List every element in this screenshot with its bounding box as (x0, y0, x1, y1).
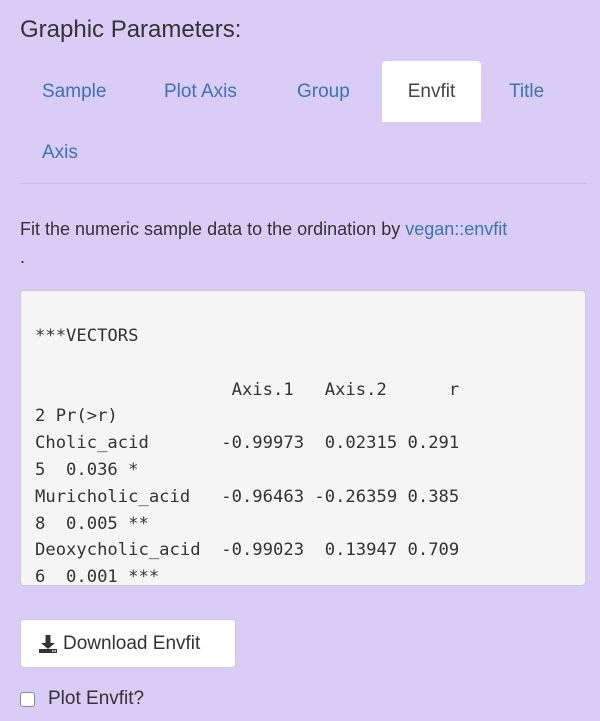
envfit-output-text: ***VECTORS Axis.1 Axis.2 r 2 Pr(>r) Chol… (35, 326, 460, 586)
envfit-output[interactable]: ***VECTORS Axis.1 Axis.2 r 2 Pr(>r) Chol… (20, 290, 586, 586)
description-trailing: . (20, 247, 26, 267)
tab-axis[interactable]: Axis (20, 122, 100, 183)
vegan-envfit-link[interactable]: vegan::envfit (405, 219, 507, 239)
tab-plot-axis[interactable]: Plot Axis (142, 61, 259, 122)
tab-group[interactable]: Group (275, 61, 372, 122)
plot-envfit-checkbox[interactable] (20, 691, 35, 707)
tab-title[interactable]: Title (487, 61, 566, 122)
download-icon (37, 633, 59, 655)
description-text: Fit the numeric sample data to the ordin… (20, 219, 406, 239)
download-envfit-button[interactable]: Download Envfit (20, 619, 236, 668)
graphic-parameters-panel: Graphic Parameters: Sample Plot Axis Gro… (0, 0, 600, 721)
tab-envfit[interactable]: Envfit (382, 61, 481, 122)
plot-envfit-label[interactable]: Plot Envfit? (48, 688, 144, 710)
tab-bar: Sample Plot Axis Group Envfit Title Axis (20, 61, 586, 184)
panel-heading: Graphic Parameters: (20, 16, 242, 43)
envfit-description: Fit the numeric sample data to the ordin… (20, 217, 590, 241)
plot-envfit-row: Plot Envfit? (20, 686, 144, 712)
download-envfit-label: Download Envfit (63, 632, 201, 654)
tab-sample[interactable]: Sample (20, 61, 128, 122)
